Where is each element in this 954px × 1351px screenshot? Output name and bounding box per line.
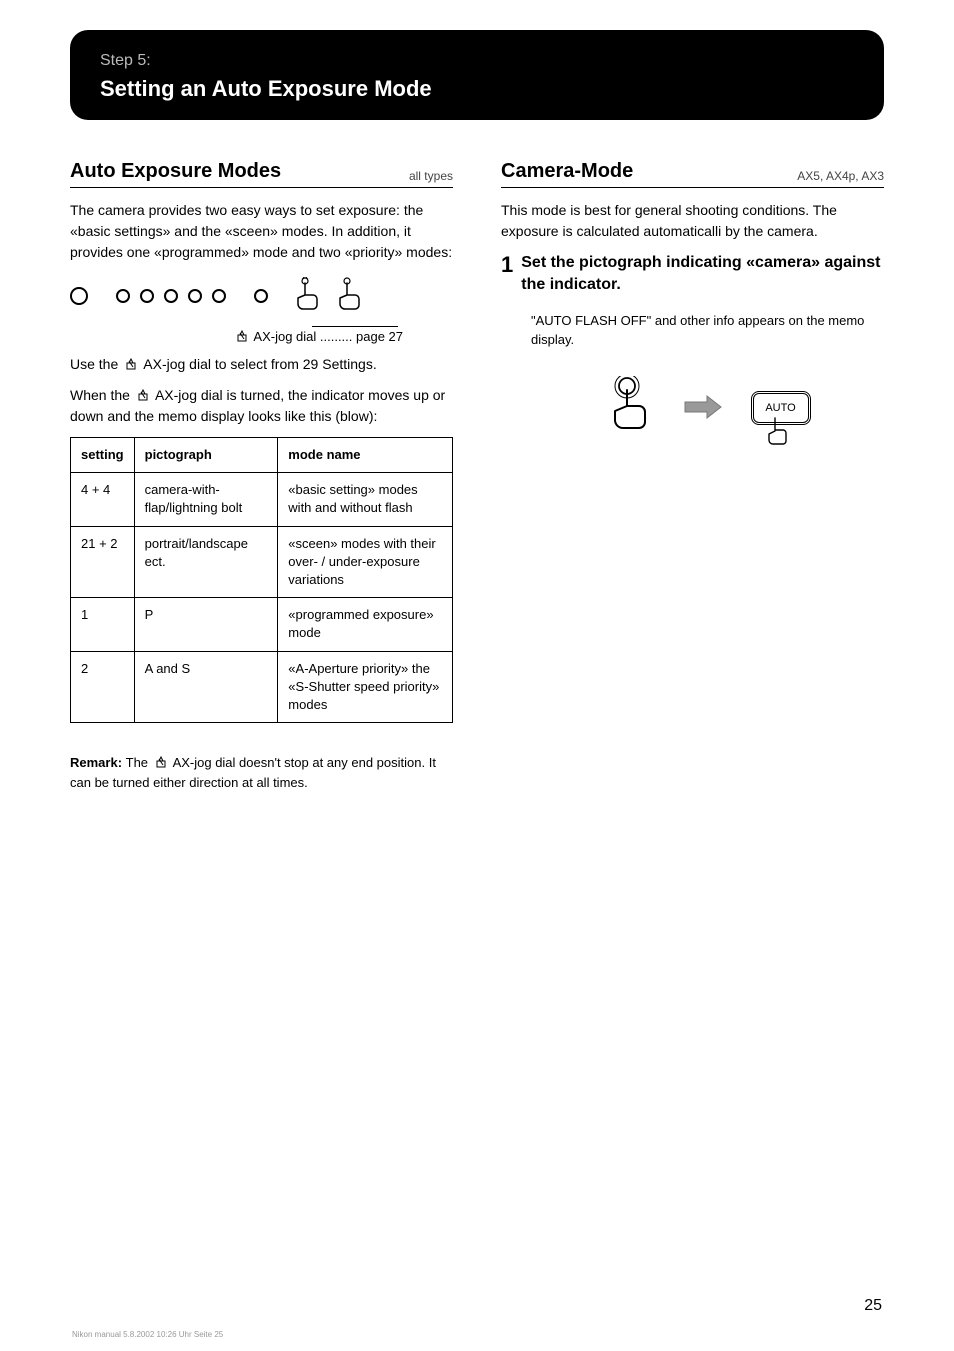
arrow-right-icon bbox=[683, 394, 723, 423]
hand-press-icon bbox=[334, 277, 366, 315]
left-intro-text: The camera provides two easy ways to set… bbox=[70, 200, 453, 263]
left-heading: Auto Exposure Modes bbox=[70, 160, 281, 183]
ax-jog-icon bbox=[136, 388, 150, 402]
right-illustration: AUTO bbox=[531, 376, 884, 441]
left-column: Auto Exposure Modes all types The camera… bbox=[70, 160, 453, 792]
right-heading: Camera-Mode bbox=[501, 160, 633, 183]
dial-circle-icon bbox=[140, 289, 154, 303]
right-column: Camera-Mode AX5, AX4p, AX3 This mode is … bbox=[501, 160, 884, 792]
hand-icon bbox=[335, 277, 365, 313]
right-section-header: Camera-Mode AX5, AX4p, AX3 bbox=[501, 160, 884, 188]
bracket-line bbox=[312, 326, 398, 327]
step-row: 1 Set the pictograph indicating «camera»… bbox=[501, 252, 884, 297]
ax-jog-icon bbox=[124, 357, 138, 371]
footer-manual-name: Nikon manual 5.8.2002 10:26 Uhr Seite 25 bbox=[72, 1330, 223, 1339]
auto-button-label: AUTO bbox=[765, 402, 795, 414]
jog-dial-illustration bbox=[70, 277, 440, 315]
page-number: 25 bbox=[864, 1297, 882, 1315]
left-section-header: Auto Exposure Modes all types bbox=[70, 160, 453, 188]
table-header: pictograph bbox=[134, 438, 278, 473]
hand-press-icon bbox=[763, 416, 791, 453]
hand-icon bbox=[293, 277, 323, 313]
dial-circle-icon bbox=[188, 289, 202, 303]
step-number: 1 bbox=[501, 252, 513, 278]
dial-circle-icon bbox=[70, 287, 88, 305]
auto-button-illustration: AUTO bbox=[751, 391, 811, 425]
dial-circle-icon bbox=[212, 289, 226, 303]
table-header: setting bbox=[71, 438, 135, 473]
right-intro: This mode is best for general shooting c… bbox=[501, 200, 884, 242]
table-row: 4 + 4 camera-with-flap/lightning bolt «b… bbox=[71, 473, 453, 526]
hand-press-icon bbox=[292, 277, 324, 315]
table-row: 2 A and S «A-Aperture priority» the «S-S… bbox=[71, 651, 453, 723]
remark-text: Remark: The AX-jog dial doesn't stop at … bbox=[70, 753, 453, 792]
ax-jog-icon bbox=[235, 329, 249, 343]
modes-table: setting pictograph mode name 4 + 4 camer… bbox=[70, 437, 453, 723]
table-header: mode name bbox=[278, 438, 453, 473]
dial-circle-icon bbox=[116, 289, 130, 303]
hand-press-icon bbox=[605, 376, 655, 441]
right-subtitle: AX5, AX4p, AX3 bbox=[797, 169, 884, 183]
banner-title: Setting an Auto Exposure Mode bbox=[100, 76, 854, 102]
step-instruction: Set the pictograph indicating «camera» a… bbox=[521, 252, 884, 297]
dial-circle-icon bbox=[254, 289, 268, 303]
jog-dial-caption: AX-jog dial ......... page 27 bbox=[70, 329, 453, 344]
intro-paragraph-2: When the AX-jog dial is turned, the indi… bbox=[70, 385, 453, 427]
left-subtitle: all types bbox=[409, 169, 453, 183]
table-row: 1 P «programmed exposure» mode bbox=[71, 598, 453, 651]
banner-step-label: Step 5: bbox=[100, 52, 854, 70]
banner: Step 5: Setting an Auto Exposure Mode bbox=[70, 30, 884, 120]
ax-jog-icon bbox=[154, 755, 168, 769]
table-row: 21 + 2 portrait/landscape ect. «sceen» m… bbox=[71, 526, 453, 598]
intro-paragraph-1: Use the AX-jog dial to select from 29 Se… bbox=[70, 354, 453, 375]
dial-circle-icon bbox=[164, 289, 178, 303]
step-result: "AUTO FLASH OFF" and other info appears … bbox=[531, 311, 884, 350]
